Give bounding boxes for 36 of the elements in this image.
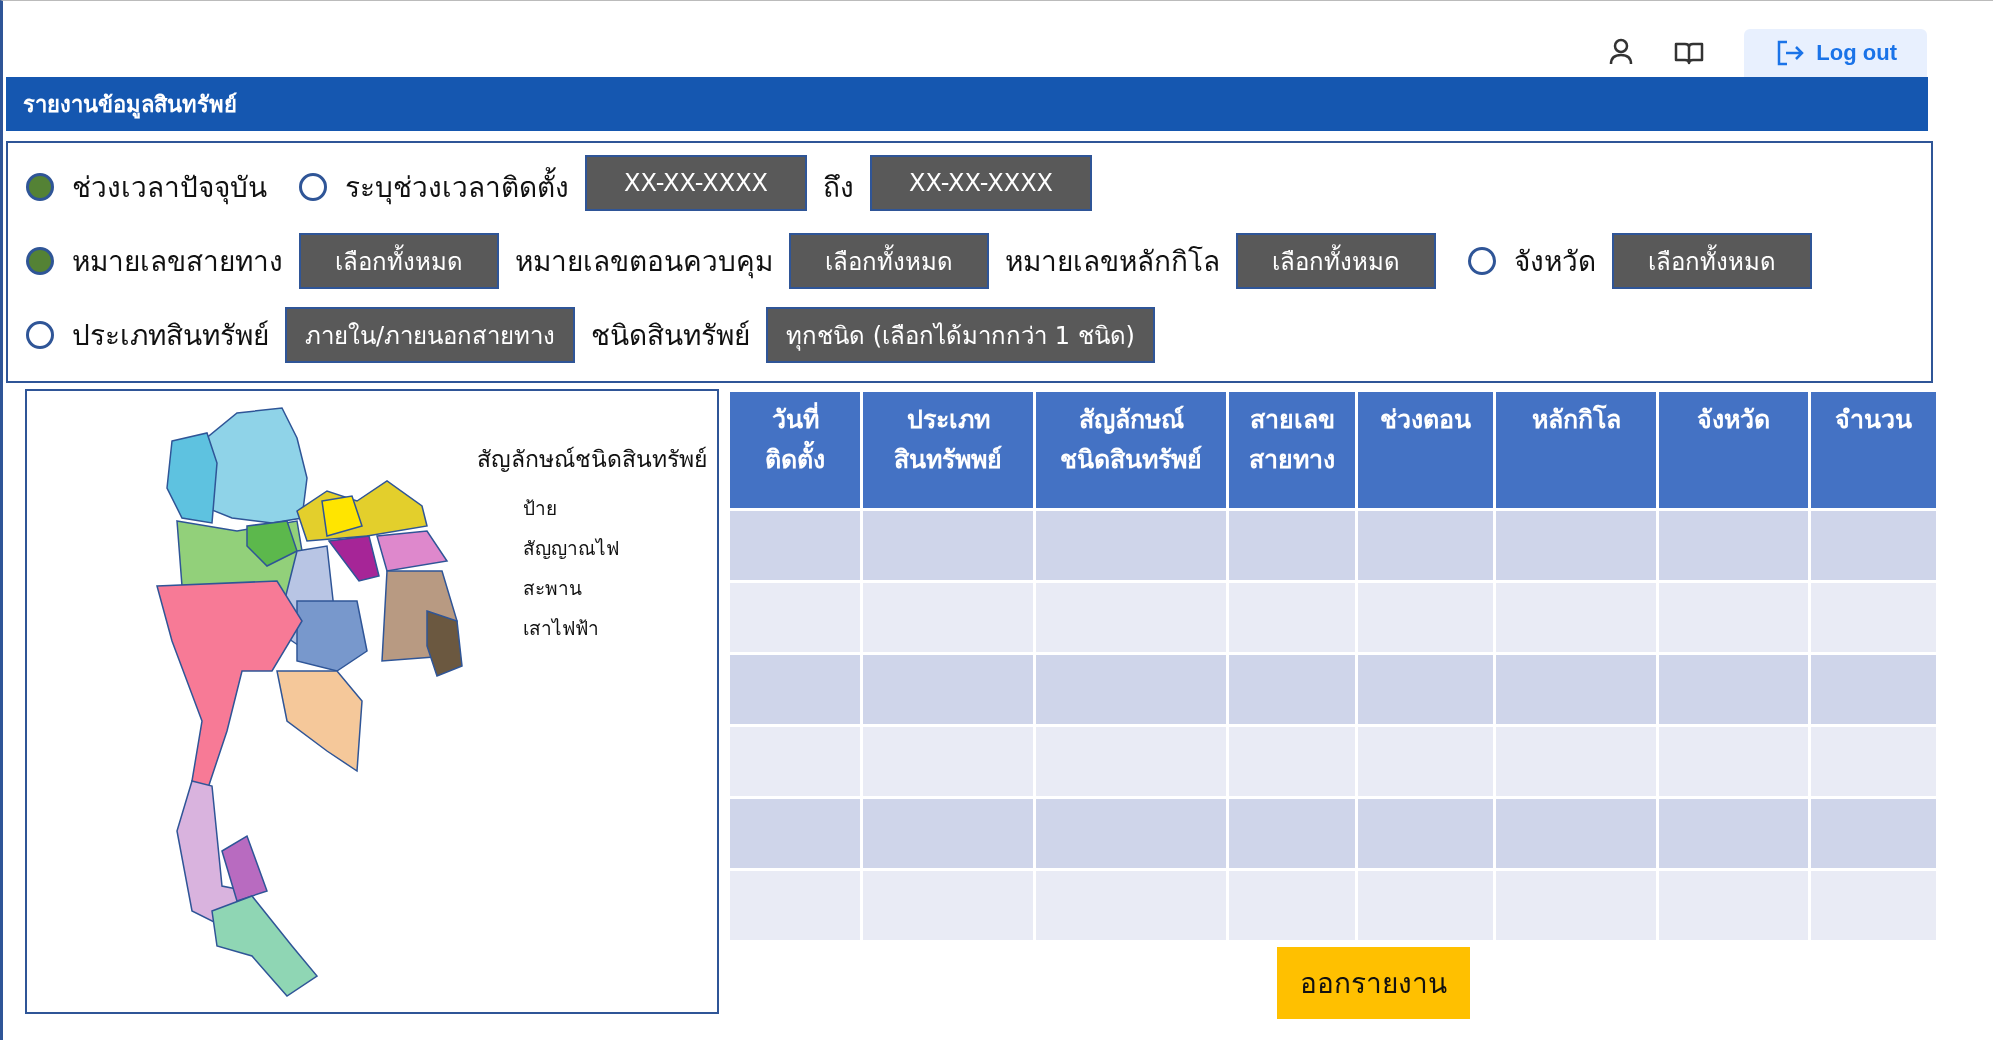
dropdown[interactable]: เลือกทั้งหมด xyxy=(1612,233,1812,289)
column-header: ประเภท สินทรัพพย์ xyxy=(861,390,1035,510)
radio-option[interactable]: หมายเลขสายทาง xyxy=(26,239,283,283)
book-icon[interactable] xyxy=(1674,41,1705,65)
legend-item: สะพาน xyxy=(523,576,583,601)
dropdown[interactable]: ทุกชนิด (เลือกได้มากกว่า 1 ชนิด) xyxy=(766,307,1155,363)
column-header: หลักกิโล xyxy=(1494,390,1658,510)
radio-option[interactable]: ประเภทสินทรัพย์ xyxy=(26,313,269,357)
dropdown[interactable]: เลือกทั้งหมด xyxy=(1236,233,1436,289)
column-header: จังหวัด xyxy=(1657,390,1810,510)
export-report-button[interactable]: ออกรายงาน xyxy=(1276,947,1470,1019)
dropdown[interactable]: เลือกทั้งหมด xyxy=(299,233,499,289)
user-icon[interactable] xyxy=(1608,37,1635,65)
column-header: ช่วงตอน xyxy=(1356,390,1495,510)
field-label: ชนิดสินทรัพย์ xyxy=(591,318,751,354)
field-label: หมายเลขตอนควบคุม xyxy=(515,244,773,281)
page-title: รายงานข้อมูลสินทรัพย์ xyxy=(23,90,237,121)
field-label: หมายเลขหลักกิโล xyxy=(1005,244,1220,280)
radio-option[interactable]: จังหวัด xyxy=(1468,239,1596,283)
date-field[interactable]: XX-XX-XXXX xyxy=(870,155,1092,211)
dropdown[interactable]: ภายใน/ภายนอกสายทาง xyxy=(285,307,576,363)
radio-option[interactable]: ระบุช่วงเวลาติดตั้ง xyxy=(299,165,569,209)
column-header: จำนวน xyxy=(1809,390,1938,510)
column-header: วันที่ ติดตั้ง xyxy=(728,390,862,510)
legend-item: สัญญาณไฟ xyxy=(523,536,620,561)
logout-button[interactable]: Log out xyxy=(1744,29,1927,77)
field-label: ถึง xyxy=(823,170,854,206)
date-field[interactable]: XX-XX-XXXX xyxy=(585,155,807,211)
dropdown[interactable]: เลือกทั้งหมด xyxy=(789,233,989,289)
logout-icon xyxy=(1776,40,1805,66)
radio-option[interactable]: ช่วงเวลาปัจจุบัน xyxy=(26,165,267,209)
column-header: สัญลักษณ์ ชนิดสินทรัพย์ xyxy=(1034,390,1228,510)
legend-title: สัญลักษณ์ชนิดสินทรัพย์ xyxy=(477,445,707,474)
legend-item: เสาไฟฟ้า xyxy=(523,616,600,641)
column-header: สายเลข สายทาง xyxy=(1227,390,1357,510)
legend-item: ป้าย xyxy=(523,496,558,521)
